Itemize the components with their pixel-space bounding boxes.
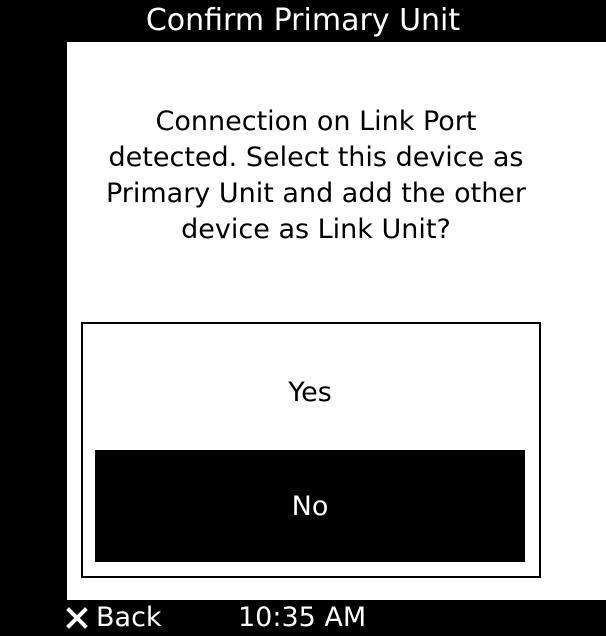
back-label: Back [96,602,162,633]
yes-button[interactable]: Yes [95,336,525,448]
clock-time: 10:35 AM [238,602,367,633]
confirmation-dialog: Connection on Link Port detected. Select… [67,42,606,600]
no-button[interactable]: No [95,450,525,562]
dialog-message: Connection on Link Port detected. Select… [105,106,527,245]
close-icon [66,607,88,629]
page-title: Confirm Primary Unit [145,3,461,38]
option-list: Yes No [81,322,541,578]
footer-bar: Back 10:35 AM [0,600,606,636]
back-button[interactable]: Back [66,600,162,636]
